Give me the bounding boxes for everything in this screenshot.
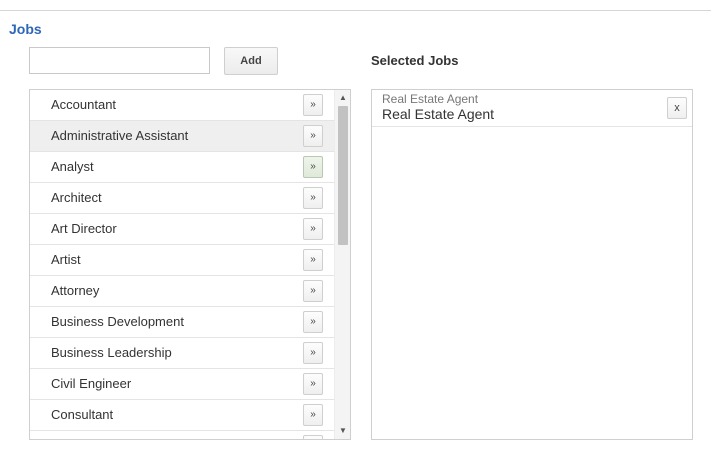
add-to-selected-button[interactable]: » <box>303 280 323 302</box>
jobs-page: Jobs Add Selected Jobs Accountant» Admini… <box>0 0 711 450</box>
add-to-selected-button[interactable]: » <box>303 187 323 209</box>
job-list-item[interactable]: Attorney » <box>30 276 334 307</box>
job-list-item[interactable]: Consultant » <box>30 400 334 431</box>
job-list-item[interactable]: Art Director » <box>30 214 334 245</box>
job-add-input[interactable] <box>29 47 210 74</box>
add-to-selected-button[interactable]: » <box>303 342 323 364</box>
job-list-item[interactable]: Architect » <box>30 183 334 214</box>
job-list-item[interactable]: Business Leadership » <box>30 338 334 369</box>
selected-job-label: Real Estate Agent <box>382 106 495 122</box>
job-list-item-label: Art Director <box>51 221 117 236</box>
add-button[interactable]: Add <box>224 47 278 75</box>
add-to-selected-button[interactable]: » <box>303 435 323 439</box>
job-list-item-label: Civil Engineer <box>51 376 132 391</box>
job-list-item[interactable]: Analyst » <box>30 152 334 183</box>
add-to-selected-button[interactable]: » <box>303 125 323 147</box>
job-list-item[interactable]: Administrative Assistant » <box>30 121 334 152</box>
job-list-item-label: Accountant <box>51 97 117 112</box>
selected-job-category: Real Estate Agent <box>382 92 479 106</box>
selected-jobs-heading: Selected Jobs <box>371 53 459 68</box>
job-list-item[interactable]: Artist » <box>30 245 334 276</box>
job-list-item[interactable]: Consumer Products » <box>30 431 334 439</box>
add-to-selected-button[interactable]: » <box>303 311 323 333</box>
add-to-selected-button[interactable]: » <box>303 249 323 271</box>
job-list-item[interactable]: Civil Engineer » <box>30 369 334 400</box>
job-list-item-label: Artist <box>51 252 81 267</box>
scroll-up-arrow-icon[interactable]: ▲ <box>335 91 350 105</box>
top-divider <box>0 10 711 11</box>
add-to-selected-button[interactable]: » <box>303 404 323 426</box>
add-to-selected-button[interactable]: » <box>303 156 323 178</box>
section-title: Jobs <box>9 21 42 37</box>
job-list-item-label: Business Leadership <box>51 345 172 360</box>
job-list-scrollbar[interactable]: ▲ ▼ <box>334 90 350 439</box>
job-list-item-label: Administrative Assistant <box>51 128 189 143</box>
add-to-selected-button[interactable]: » <box>303 218 323 240</box>
job-list-item[interactable]: Business Development » <box>30 307 334 338</box>
add-to-selected-button[interactable]: » <box>303 373 323 395</box>
add-to-selected-button[interactable]: » <box>303 94 323 116</box>
job-list-item-label: Analyst <box>51 159 94 174</box>
selected-jobs-panel: Real Estate Agent Real Estate Agent x <box>371 89 693 440</box>
job-list-item-label: Consultant <box>51 407 114 422</box>
job-list-item-label: Attorney <box>51 283 100 298</box>
remove-selected-job-button[interactable]: x <box>667 97 687 119</box>
job-list-item[interactable]: Accountant » <box>30 90 334 121</box>
job-list: Accountant» Administrative Assistant» Anal… <box>29 89 351 440</box>
job-list-rows: Accountant» Administrative Assistant» Anal… <box>30 90 334 439</box>
scroll-down-arrow-icon[interactable]: ▼ <box>335 424 350 438</box>
job-list-item-label: Consumer Products <box>51 438 166 439</box>
job-list-item-label: Business Development <box>51 314 184 329</box>
job-list-item-label: Architect <box>51 190 102 205</box>
selected-job-item: Real Estate Agent Real Estate Agent x <box>372 90 692 127</box>
scroll-thumb[interactable] <box>338 106 348 245</box>
